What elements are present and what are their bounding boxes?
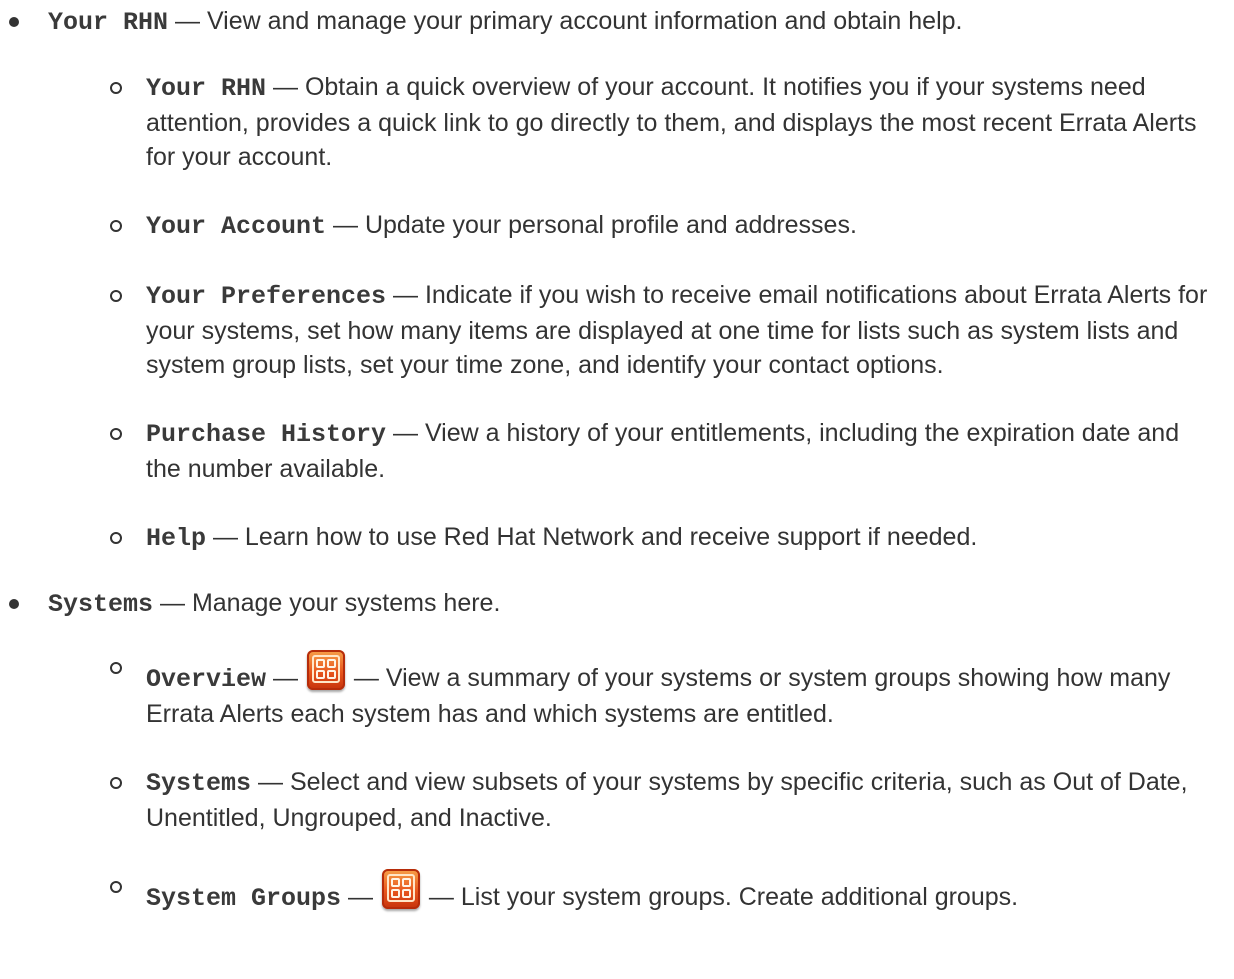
rhn-management-entitlement-icon [381, 869, 420, 909]
term-your-rhn: Your RHN [48, 8, 169, 37]
list-item-your-rhn-section: Your RHN — View and manage your primary … [0, 4, 1234, 556]
description: Manage your systems here. [191, 589, 501, 617]
em-dash: — [272, 73, 298, 101]
sub-list-your-rhn: Your RHN — Obtain a quick overview of yo… [48, 70, 1234, 556]
description: Learn how to use Red Hat Network and rec… [244, 523, 978, 551]
term-systems-sub: Systems [146, 769, 252, 798]
em-dash: — [348, 883, 373, 911]
term-overview: Overview [146, 665, 267, 694]
circle-bullet-icon [110, 220, 122, 232]
list-item-systems-section: Systems — Manage your systems here. Over… [0, 586, 1234, 916]
description: List your system groups. Create addition… [460, 883, 1019, 911]
sub-item-systems: Systems — Select and view subsets of you… [48, 765, 1234, 835]
term-your-preferences: Your Preferences [146, 282, 387, 311]
sub-list-systems: Overview — — View a summary of your syst… [48, 650, 1234, 916]
circle-bullet-icon [110, 881, 122, 893]
circle-bullet-icon [110, 290, 122, 302]
disc-bullet-icon [9, 599, 19, 609]
circle-bullet-icon [110, 777, 122, 789]
em-dash: — [174, 7, 200, 35]
em-dash: — [257, 768, 283, 796]
circle-bullet-icon [110, 428, 122, 440]
sub-item-your-rhn: Your RHN — Obtain a quick overview of yo… [48, 70, 1234, 174]
em-dash: — [212, 523, 238, 551]
term-system-groups: System Groups [146, 884, 342, 913]
sub-item-your-account: Your Account — Update your personal prof… [48, 208, 1234, 244]
em-dash: — [353, 664, 379, 692]
term-systems: Systems [48, 590, 154, 619]
term-purchase-history: Purchase History [146, 420, 387, 449]
em-dash: — [332, 211, 358, 239]
term-your-rhn-overview: Your RHN [146, 74, 267, 103]
description: Select and view subsets of your systems … [146, 768, 1188, 832]
em-dash: — [272, 664, 298, 692]
term-help: Help [146, 524, 207, 553]
em-dash: — [393, 419, 418, 447]
sub-item-overview: Overview — — View a summary of your syst… [48, 650, 1234, 731]
rhn-management-entitlement-icon [306, 650, 345, 690]
description: View a summary of your systems or system… [146, 664, 1171, 728]
sub-item-purchase-history: Purchase History — View a history of you… [48, 416, 1234, 486]
top-level-list: Your RHN — View and manage your primary … [0, 4, 1234, 916]
description: View and manage your primary account inf… [206, 7, 963, 35]
circle-bullet-icon [110, 662, 122, 674]
em-dash: — [159, 589, 185, 617]
sub-item-your-preferences: Your Preferences — Indicate if you wish … [48, 278, 1234, 382]
description: Obtain a quick overview of your account.… [146, 73, 1197, 171]
em-dash: — [393, 281, 418, 309]
em-dash: — [428, 883, 454, 911]
circle-bullet-icon [110, 82, 122, 94]
term-your-account: Your Account [146, 212, 327, 241]
disc-bullet-icon [9, 17, 19, 27]
description: Update your personal profile and address… [364, 211, 857, 239]
document-body: Your RHN — View and manage your primary … [0, 4, 1234, 916]
circle-bullet-icon [110, 532, 122, 544]
sub-item-system-groups: System Groups — — List your system group… [48, 869, 1234, 916]
sub-item-help: Help — Learn how to use Red Hat Network … [48, 520, 1234, 556]
